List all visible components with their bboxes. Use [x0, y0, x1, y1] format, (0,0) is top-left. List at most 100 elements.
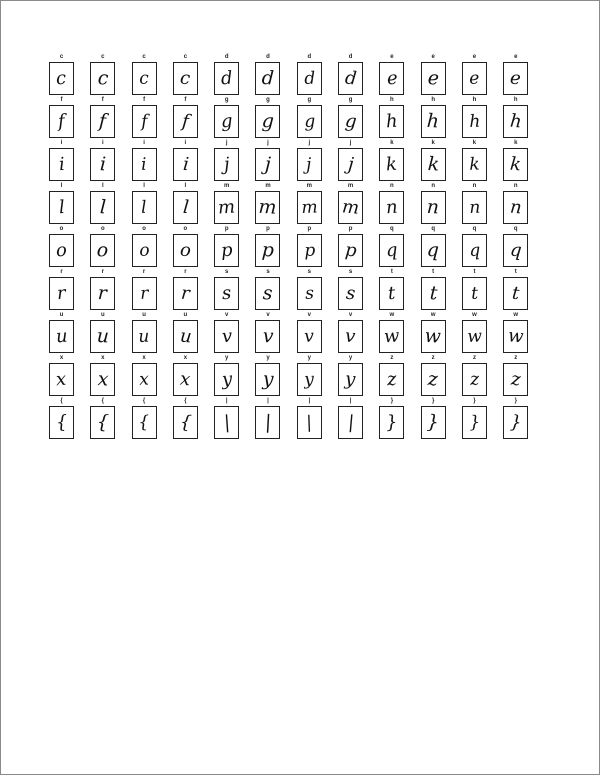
handwritten-box: v	[214, 320, 240, 353]
handwritten-box: r	[49, 277, 74, 310]
character-label: k	[472, 140, 477, 146]
character-label: p	[348, 226, 353, 232]
handwritten-box: |	[214, 406, 240, 439]
character-label: p	[224, 226, 229, 232]
handwritten-box: c	[90, 62, 116, 95]
handwritten-box: l	[49, 191, 74, 224]
handwritten-box: n	[379, 191, 405, 224]
character-label: k	[390, 140, 394, 146]
handwritten-box: {	[172, 406, 198, 439]
character-cell: qq	[503, 225, 529, 268]
handwritten-box: e	[379, 62, 405, 95]
character-cell: yy	[296, 354, 322, 397]
character-cell: rr	[172, 268, 198, 311]
handwritten-glyph: x	[96, 367, 109, 391]
character-label: |	[308, 398, 311, 404]
handwritten-box: t	[461, 277, 487, 310]
character-cell: jj	[255, 139, 281, 182]
handwritten-box: j	[255, 148, 281, 181]
character-label: w	[472, 312, 477, 318]
character-label: n	[390, 183, 394, 189]
character-label: x	[59, 355, 64, 361]
handwritten-glyph: u	[178, 325, 193, 347]
character-cell: vv	[296, 311, 322, 354]
handwritten-box: l	[172, 191, 198, 224]
character-label: k	[514, 140, 518, 146]
handwritten-box: l	[131, 191, 157, 224]
character-label: j	[308, 140, 311, 146]
character-cell: mm	[255, 182, 281, 225]
handwritten-glyph: d	[343, 67, 358, 89]
character-cell: vv	[214, 311, 240, 354]
character-cell: pp	[296, 225, 322, 268]
handwritten-box: g	[296, 105, 322, 138]
character-cell: hh	[503, 96, 529, 139]
character-cell: yy	[255, 354, 281, 397]
character-cell: kk	[379, 139, 405, 182]
character-label: y	[348, 355, 353, 361]
handwritten-glyph: p	[220, 239, 234, 261]
handwritten-glyph: {	[178, 411, 193, 433]
handwritten-box: u	[172, 320, 198, 353]
character-cell: nn	[379, 182, 405, 225]
handwritten-glyph: o	[55, 239, 68, 261]
handwritten-glyph: p	[343, 239, 358, 261]
character-cell: rr	[90, 268, 116, 311]
character-cell: ll	[131, 182, 157, 225]
character-label: y	[266, 355, 270, 361]
handwritten-box: {	[49, 406, 74, 439]
handwritten-glyph: |	[306, 411, 313, 433]
handwritten-glyph: t	[387, 282, 397, 304]
character-label: x	[101, 355, 105, 361]
handwritten-glyph: g	[261, 109, 275, 133]
handwritten-glyph: q	[426, 238, 440, 262]
character-cell: dd	[296, 53, 322, 96]
handwritten-glyph: e	[427, 66, 440, 90]
handwritten-box: q	[420, 234, 446, 267]
character-cell: {{	[131, 397, 157, 440]
character-label: i	[60, 140, 63, 146]
handwritten-glyph: o	[179, 239, 192, 261]
handwritten-box: p	[296, 234, 322, 267]
character-cell: qq	[420, 225, 446, 268]
character-cell: vv	[338, 311, 364, 354]
character-cell: cc	[172, 53, 198, 96]
handwritten-glyph: l	[57, 196, 66, 218]
handwritten-glyph: g	[303, 110, 316, 132]
character-label: |	[267, 398, 269, 404]
character-label: e	[514, 54, 518, 60]
handwritten-glyph: h	[509, 110, 523, 132]
handwritten-box: y	[338, 363, 364, 396]
character-cell: jj	[214, 139, 240, 182]
handwritten-box: l	[90, 191, 116, 224]
character-cell: nn	[461, 182, 487, 225]
character-label: w	[513, 312, 519, 318]
handwritten-glyph: i	[181, 153, 190, 175]
handwritten-box: i	[131, 148, 157, 181]
handwritten-box: d	[338, 62, 364, 95]
character-cell: kk	[420, 139, 446, 182]
character-label: z	[514, 355, 518, 361]
character-cell: ee	[461, 53, 487, 96]
character-label: v	[348, 312, 353, 318]
handwritten-glyph: h	[385, 110, 399, 132]
handwritten-box: c	[172, 62, 198, 95]
handwritten-glyph: e	[509, 67, 523, 89]
handwritten-box: n	[420, 191, 446, 224]
character-label: z	[472, 355, 476, 361]
handwritten-box: z	[503, 363, 529, 396]
handwritten-glyph: q	[509, 239, 523, 261]
character-label: c	[59, 54, 64, 60]
character-label: q	[472, 226, 477, 232]
character-cell: {{	[90, 397, 116, 440]
character-cell: ll	[90, 182, 116, 225]
handwritten-box: w	[379, 320, 405, 353]
character-label: w	[430, 312, 436, 318]
character-label: o	[59, 226, 64, 232]
character-cell: {{	[49, 397, 74, 440]
handwritten-box: e	[420, 62, 446, 95]
character-label: {	[142, 398, 146, 404]
character-cell: {{	[172, 397, 198, 440]
character-cell: pp	[255, 225, 281, 268]
character-cell: yy	[214, 354, 240, 397]
